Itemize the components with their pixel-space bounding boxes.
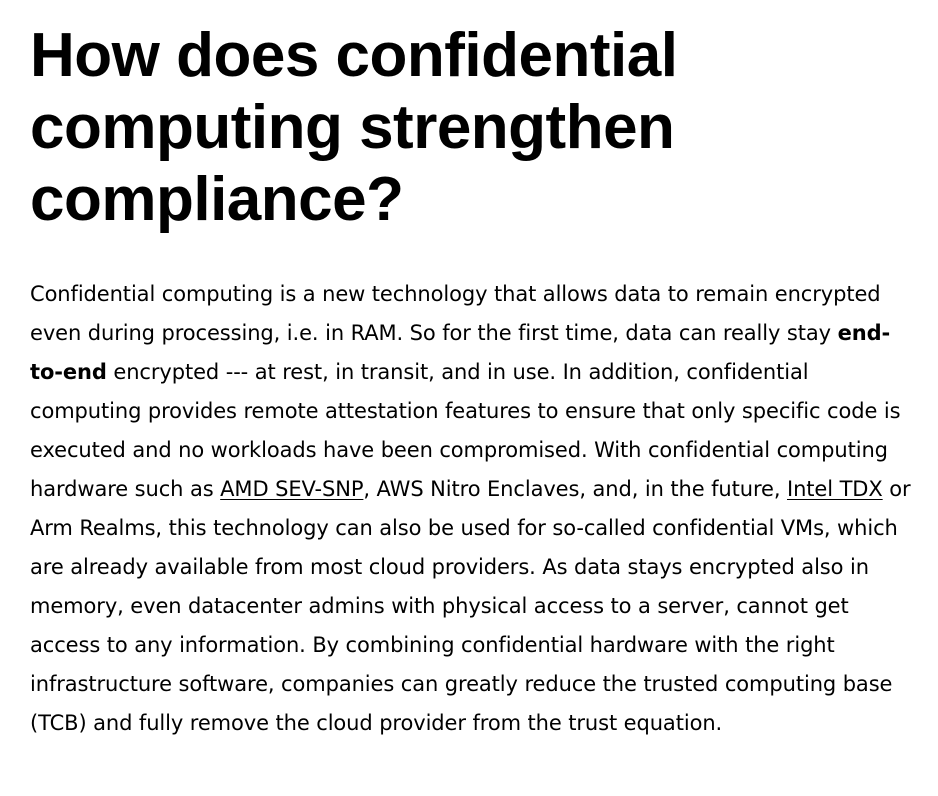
link-intel-tdx[interactable]: Intel TDX [787, 477, 883, 501]
section-heading: How does confidential computing strength… [30, 21, 678, 234]
article-section: How does confidential computing strength… [0, 0, 938, 796]
link-amd-sev-snp[interactable]: AMD SEV-SNP [220, 477, 363, 501]
body-paragraph: Confidential computing is a new technolo… [30, 275, 920, 743]
paragraph-text-3: , AWS Nitro Enclaves, and, in the future… [363, 477, 787, 501]
paragraph-text-1: Confidential computing is a new technolo… [30, 282, 881, 345]
paragraph-text-4: or Arm Realms, this technology can also … [30, 477, 911, 735]
